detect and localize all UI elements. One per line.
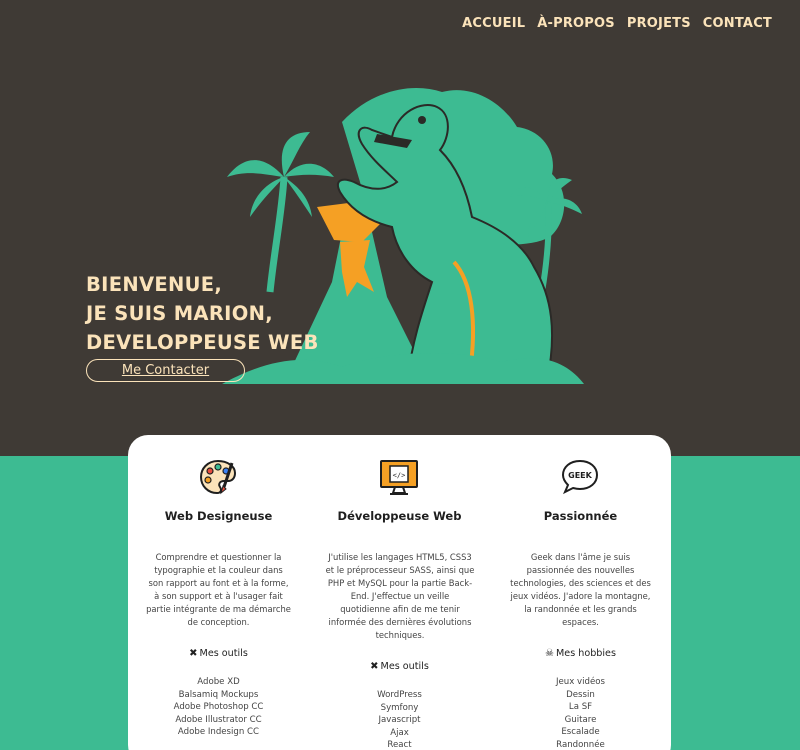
column-title: Web Designeuse	[164, 509, 273, 523]
column-title: Développeuse Web	[337, 509, 462, 523]
column-description: Comprendre et questionner la typographie…	[146, 552, 291, 627]
column-title: Passionnée	[543, 509, 618, 523]
nav-projets[interactable]: PROJETS	[627, 16, 691, 31]
skull-icon: ☠	[545, 648, 555, 659]
code-monitor-icon: </>	[380, 460, 418, 495]
contact-button[interactable]: Me Contacter	[86, 359, 245, 382]
skills-card: Web Designeuse Comprendre et questionner…	[128, 435, 671, 750]
dinosaur-eye	[418, 116, 426, 124]
list-item: Symfony	[380, 702, 419, 713]
list-item: React	[387, 740, 412, 750]
list-item: Balsamiq Mockups	[178, 689, 259, 700]
list-item: WordPress	[377, 690, 422, 700]
palette-icon	[199, 459, 237, 495]
tools-icon: ✖	[370, 661, 379, 672]
hero-line-2: JE SUIS MARION,	[86, 302, 273, 325]
list-item: Jeux vidéos	[555, 677, 606, 687]
hobbies-heading: ☠ Mes hobbies	[545, 648, 616, 659]
tools-heading: ✖ Mes outils	[189, 648, 248, 659]
list-item: Adobe XD	[197, 677, 240, 687]
hero-welcome-text: BIENVENUE, JE SUIS MARION, DEVELOPPEUSE …	[86, 270, 319, 357]
list-item: Ajax	[390, 727, 409, 738]
hobbies-list: Jeux vidéos Dessin La SF Guitare Escalad…	[490, 676, 671, 750]
list-item: Escalade	[561, 727, 600, 738]
list-item: Dessin	[566, 689, 595, 700]
tools-heading: ✖ Mes outils	[370, 661, 429, 672]
list-item: Adobe Photoshop CC	[173, 702, 264, 713]
tools-list: WordPress Symfony Javascript Ajax React	[309, 689, 490, 750]
list-item: Guitare	[564, 714, 597, 725]
list-item: Adobe Indesign CC	[177, 727, 260, 738]
hero-heading: BIENVENUE, JE SUIS MARION, DEVELOPPEUSE …	[86, 270, 319, 357]
nav-a-propos[interactable]: À-PROPOS	[537, 16, 615, 31]
hero-line-3: DEVELOPPEUSE WEB	[86, 331, 319, 354]
nav-contact[interactable]: CONTACT	[703, 16, 772, 31]
main-nav: ACCUEIL À-PROPOS PROJETS CONTACT	[462, 16, 772, 31]
list-item: La SF	[568, 702, 593, 713]
svg-text:</>: </>	[393, 472, 406, 480]
geek-bubble-icon: GEEK	[561, 459, 599, 495]
list-item: Adobe Illustrator CC	[175, 714, 262, 725]
list-item: Javascript	[378, 715, 421, 726]
tools-icon: ✖	[189, 648, 198, 659]
hero-line-1: BIENVENUE,	[86, 273, 223, 296]
nav-accueil[interactable]: ACCUEIL	[462, 16, 525, 31]
column-description: J'utilise les langages HTML5, CSS3 et le…	[325, 552, 475, 640]
tools-list: Adobe XD Balsamiq Mockups Adobe Photosho…	[128, 676, 309, 739]
svg-text:GEEK: GEEK	[568, 471, 592, 480]
list-item: Randonnée	[556, 739, 605, 750]
column-description: Geek dans l'âme je suis passionnée des n…	[510, 552, 651, 627]
